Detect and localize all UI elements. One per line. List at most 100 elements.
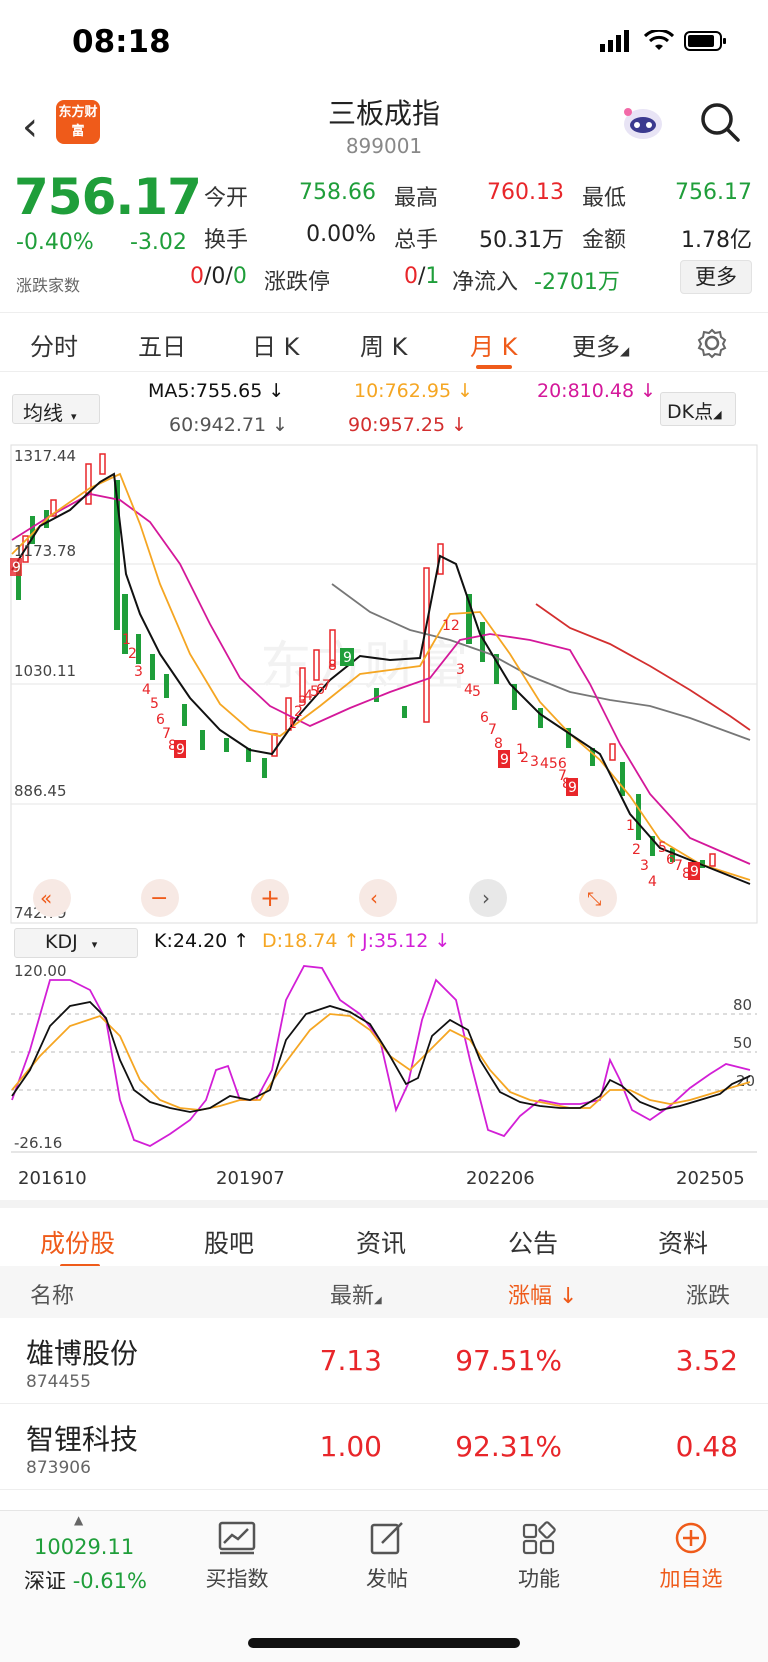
zoom-in-icon[interactable]: + (260, 884, 280, 912)
chart-icon (218, 1521, 256, 1555)
amount-label: 金额 (582, 228, 627, 253)
svg-text:1030.11: 1030.11 (14, 662, 76, 680)
home-indicator (248, 1638, 520, 1648)
inflow-label: 净流入 (452, 270, 519, 295)
ma60-value: 60:942.71 ↓ (169, 414, 289, 436)
change-value: -3.02 (130, 230, 187, 255)
updown-label: 涨跌家数 (16, 276, 81, 295)
tab-daily-k[interactable]: 日 K (252, 327, 299, 362)
tab-monthly-k[interactable]: 月 K (470, 327, 517, 362)
svg-text:4: 4 (648, 874, 657, 890)
current-price: 756.17 (14, 168, 202, 226)
kdj-d-line (11, 1013, 751, 1111)
tab-announcements[interactable]: 公告 (508, 1224, 558, 1260)
volume-label: 总手 (394, 228, 439, 253)
header-pct[interactable]: 涨幅 ↓ (508, 1278, 577, 1310)
tab-constituents[interactable]: 成份股 (40, 1224, 115, 1260)
sz-index-change[interactable]: 深证 -0.61% (24, 1565, 147, 1595)
collapse-arrow-icon[interactable]: ▲ (74, 1513, 83, 1527)
kdj-level-80: 80 (733, 996, 752, 1014)
stock-pct: 92.31% (455, 1430, 562, 1463)
signal-icon (600, 30, 629, 52)
sz-index-value[interactable]: 10029.11 (34, 1535, 134, 1559)
stock-name: 智锂科技 (26, 1423, 139, 1456)
kdj-j-value: J:35.12 ↓ (362, 930, 451, 952)
content-tabs: 成份股 股吧 资讯 公告 资料 (0, 1200, 768, 1268)
kdj-selector[interactable]: KDJ ▾ (14, 928, 138, 958)
kdj-chart[interactable]: 120.00 -26.16 80 50 20 (10, 960, 758, 1156)
tab-more[interactable]: 更多◢ (572, 327, 629, 362)
battery-icon (684, 31, 726, 51)
header-last[interactable]: 最新◢ (330, 1278, 382, 1310)
svg-text:8: 8 (328, 658, 337, 674)
header-chg[interactable]: 涨跌 (686, 1278, 730, 1310)
stock-code: 874455 (26, 1372, 91, 1392)
svg-text:1173.78: 1173.78 (14, 542, 76, 560)
rewind-icon[interactable]: « (40, 886, 52, 910)
table-row[interactable]: 雄博股份 874455 7.13 97.51% 3.52 (0, 1318, 768, 1404)
svg-text:1: 1 (626, 818, 635, 834)
tab-profile[interactable]: 资料 (658, 1224, 708, 1260)
period-tabs: 分时 五日 日 K 周 K 月 K 更多◢ (0, 312, 768, 372)
svg-text:3: 3 (640, 858, 649, 874)
wifi-icon (644, 30, 674, 50)
svg-text:2: 2 (128, 646, 137, 662)
turnover-label: 换手 (204, 228, 249, 253)
stock-chg: 3.52 (675, 1344, 738, 1377)
open-label: 今开 (204, 186, 249, 211)
x-label-3: 202206 (466, 1168, 535, 1189)
svg-text:2: 2 (520, 750, 529, 766)
svg-text:3: 3 (456, 662, 465, 678)
grid-icon (522, 1521, 556, 1555)
tab-forum[interactable]: 股吧 (204, 1224, 254, 1260)
high-label: 最高 (394, 186, 439, 211)
limit-counts: 0/1 (404, 264, 440, 289)
kdj-level-50: 50 (733, 1034, 752, 1052)
more-button[interactable]: 更多 (680, 260, 752, 294)
buy-index-button[interactable]: 买指数 (182, 1521, 292, 1593)
status-time: 08:18 (72, 24, 171, 60)
low-value: 756.17 (675, 180, 752, 205)
post-button[interactable]: 发帖 (332, 1521, 442, 1593)
svg-text:7: 7 (322, 678, 331, 694)
tab-five-day[interactable]: 五日 (138, 327, 186, 362)
settings-gear-icon[interactable] (696, 327, 728, 359)
table-row[interactable]: 智锂科技 873906 1.00 92.31% 0.48 (0, 1404, 768, 1490)
tab-intraday[interactable]: 分时 (30, 327, 78, 362)
svg-text:2: 2 (632, 842, 641, 858)
svg-text:1317.44: 1317.44 (14, 447, 76, 465)
svg-text:12: 12 (442, 618, 460, 634)
status-icons (600, 30, 728, 52)
low-label: 最低 (582, 186, 627, 211)
tab-news[interactable]: 资讯 (356, 1224, 406, 1260)
stock-last: 1.00 (319, 1430, 382, 1463)
svg-text:886.45: 886.45 (14, 782, 67, 800)
updown-counts: 0/0/0 (190, 264, 247, 289)
ma-selector[interactable]: 均线 ▾ (12, 394, 100, 425)
functions-button[interactable]: 功能 (484, 1521, 594, 1593)
kline-chart[interactable]: 东方财富 9 1234 5678 9 1234 5678 9 1234 5 67… (10, 444, 758, 924)
stock-pct: 97.51% (455, 1344, 562, 1377)
amount-value: 1.78亿 (681, 228, 752, 253)
limit-label: 涨跌停 (264, 270, 331, 295)
stock-last: 7.13 (319, 1344, 382, 1377)
svg-text:5: 5 (472, 684, 481, 700)
scroll-right-icon[interactable]: › (482, 886, 490, 910)
scroll-left-icon[interactable]: ‹ (370, 886, 378, 910)
dk-point-selector[interactable]: DK点◢ (660, 392, 736, 426)
stock-code: 873906 (26, 1458, 91, 1478)
add-watchlist-button[interactable]: 加自选 (636, 1521, 746, 1593)
ma10-value: 10:762.95 ↓ (354, 380, 474, 402)
kdj-axis-bottom: -26.16 (14, 1134, 62, 1152)
search-icon[interactable] (698, 100, 742, 144)
zoom-out-icon[interactable]: − (150, 886, 168, 911)
high-value: 760.13 (487, 180, 564, 205)
assistant-robot-icon[interactable] (620, 102, 666, 142)
x-label-4: 202505 (676, 1168, 745, 1189)
table-header: 名称 最新◢ 涨幅 ↓ 涨跌 (0, 1266, 768, 1318)
svg-text:9: 9 (500, 752, 509, 768)
tab-weekly-k[interactable]: 周 K (360, 327, 407, 362)
ma5-value: MA5:755.65 ↓ (148, 380, 285, 402)
volume-value: 50.31万 (479, 228, 564, 253)
fullscreen-icon[interactable]: ⤡ (587, 889, 601, 910)
